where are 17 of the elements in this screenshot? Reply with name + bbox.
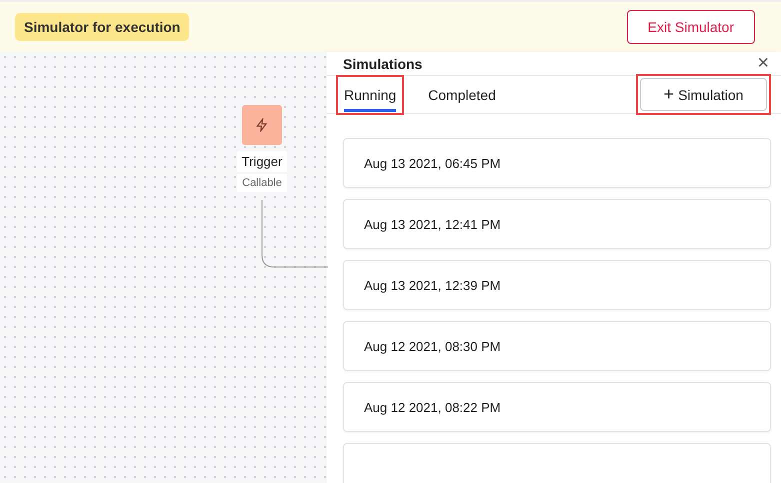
node-subtitle: Callable — [237, 174, 287, 192]
close-button[interactable]: × — [755, 52, 771, 75]
simulator-badge: Simulator for execution — [15, 13, 190, 41]
node-title: Trigger — [236, 151, 288, 172]
simulation-item[interactable]: Aug 12 2021, 08:30 PM — [343, 321, 771, 371]
panel-title: Simulations — [343, 56, 422, 72]
connector-line — [260, 200, 328, 270]
simulation-item[interactable]: Aug 13 2021, 12:39 PM — [343, 260, 771, 310]
trigger-node[interactable] — [242, 105, 282, 145]
tab[interactable]: Running — [336, 74, 404, 114]
add-simulation-button[interactable]: + Simulation — [640, 78, 767, 111]
simulation-item[interactable]: Aug 12 2021, 08:22 PM — [343, 382, 771, 432]
simulation-item[interactable]: Aug 13 2021, 12:41 PM — [343, 199, 771, 249]
simulation-item[interactable]: Aug 13 2021, 06:45 PM — [343, 138, 771, 188]
exit-simulator-button[interactable]: Exit Simulator — [626, 10, 755, 44]
lightning-icon — [255, 118, 269, 132]
tab[interactable]: Completed — [420, 74, 504, 114]
